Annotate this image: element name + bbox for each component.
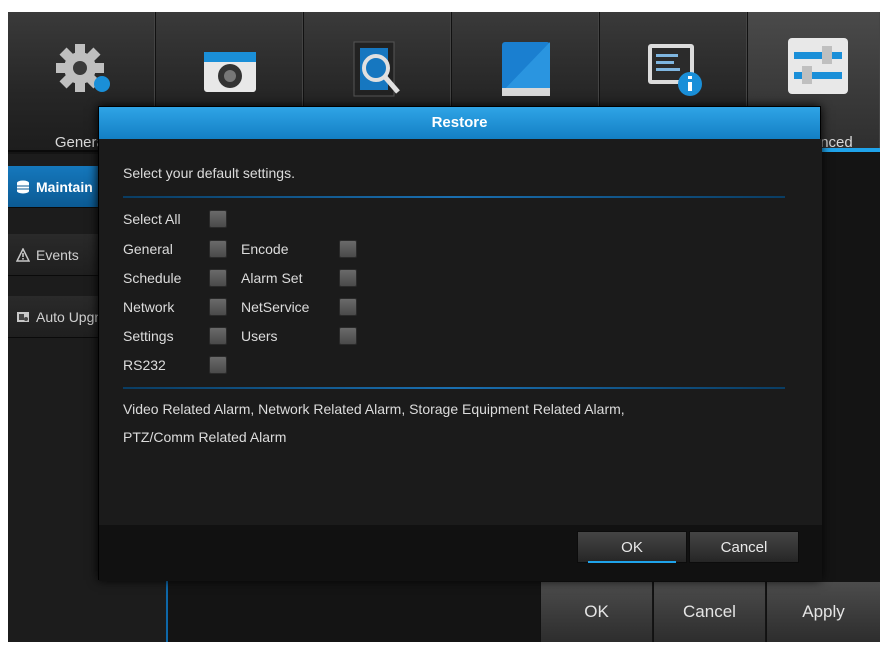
- ok-button[interactable]: OK: [540, 582, 652, 642]
- upgrade-icon: [17, 311, 29, 322]
- users-checkbox[interactable]: [339, 327, 357, 345]
- gear-icon: [56, 44, 110, 92]
- dialog-footer: OK Cancel: [99, 525, 822, 581]
- users-label: Users: [241, 328, 278, 344]
- apply-button[interactable]: Apply: [766, 582, 880, 642]
- storage-icon: [502, 42, 550, 96]
- network-label: Network: [123, 299, 175, 315]
- cancel-button[interactable]: Cancel: [653, 582, 765, 642]
- camera-icon: [204, 52, 256, 92]
- rs232-label: RS232: [123, 357, 166, 373]
- dialog-ok-button[interactable]: OK: [577, 531, 687, 563]
- netservice-checkbox[interactable]: [339, 298, 357, 316]
- alarm-line: PTZ/Comm Related Alarm: [123, 429, 287, 445]
- schedule-checkbox[interactable]: [209, 269, 227, 287]
- netservice-label: NetService: [241, 299, 310, 315]
- alarm-line: Video Related Alarm, Network Related Ala…: [123, 401, 625, 417]
- database-icon: [17, 180, 29, 193]
- dialog-title: Restore: [99, 107, 820, 139]
- network-checkbox[interactable]: [209, 298, 227, 316]
- general-label: General: [123, 241, 173, 257]
- sliders-icon: [788, 38, 848, 94]
- divider: [123, 387, 785, 389]
- general-checkbox[interactable]: [209, 240, 227, 258]
- alarm-description: Video Related Alarm, Network Related Ala…: [123, 395, 803, 451]
- rs232-checkbox[interactable]: [209, 356, 227, 374]
- select-all-label: Select All: [123, 211, 181, 227]
- encode-checkbox[interactable]: [339, 240, 357, 258]
- system-info-icon: [648, 44, 702, 96]
- dialog-cancel-button[interactable]: Cancel: [689, 531, 799, 563]
- alarm-set-label: Alarm Set: [241, 270, 303, 286]
- search-film-icon: [353, 41, 400, 97]
- schedule-label: Schedule: [123, 270, 182, 286]
- settings-label: Settings: [123, 328, 174, 344]
- settings-checkbox[interactable]: [209, 327, 227, 345]
- alarm-set-checkbox[interactable]: [339, 269, 357, 287]
- dialog-body: Select your default settings. Select All…: [99, 139, 822, 525]
- sidebar-item-label: Maintain: [36, 178, 93, 195]
- warning-icon: [16, 247, 30, 262]
- select-all-checkbox[interactable]: [209, 210, 227, 228]
- dvr-screen: General Maintain Events Auto Upgrade OK …: [8, 12, 880, 642]
- encode-label: Encode: [241, 241, 289, 257]
- divider: [123, 196, 785, 198]
- dialog-prompt: Select your default settings.: [123, 165, 295, 181]
- restore-dialog: Restore Select your default settings. Se…: [98, 106, 822, 581]
- sidebar-item-label: Events: [36, 246, 79, 263]
